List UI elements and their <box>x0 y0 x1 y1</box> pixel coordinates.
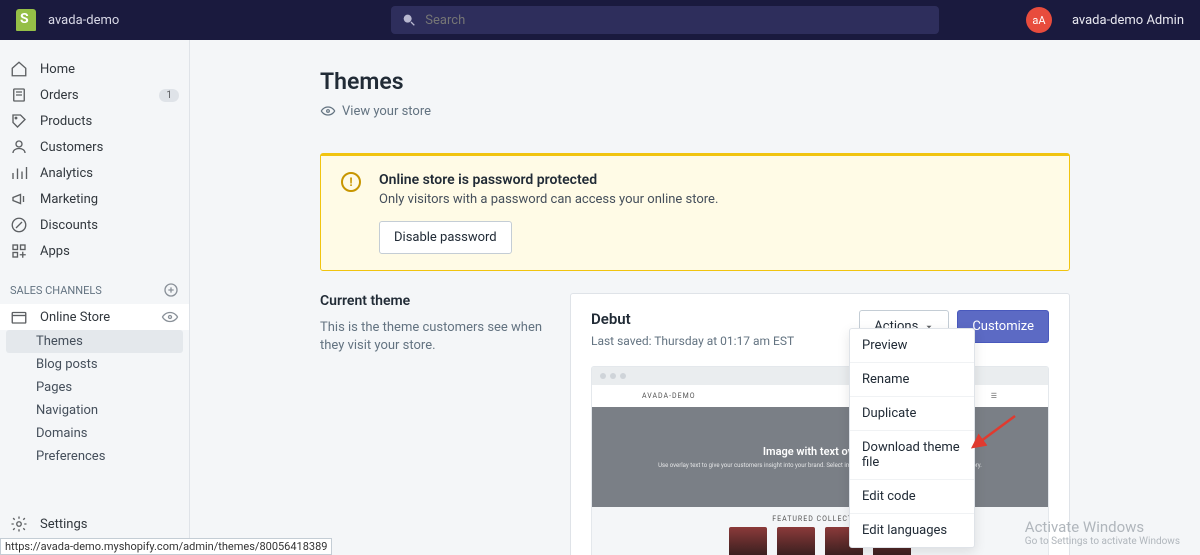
dropdown-preview[interactable]: Preview <box>850 329 974 363</box>
eye-icon <box>320 103 336 119</box>
nav-online-store[interactable]: Online Store <box>0 304 189 330</box>
avatar[interactable]: aA <box>1026 7 1052 33</box>
subnav-preferences[interactable]: Preferences <box>0 445 189 468</box>
actions-dropdown: Preview Rename Duplicate Download theme … <box>849 328 975 548</box>
nav-customers[interactable]: Customers <box>0 134 189 160</box>
nav-marketing[interactable]: Marketing <box>0 186 189 212</box>
search-input[interactable] <box>425 13 929 28</box>
preview-products <box>592 527 1048 555</box>
subnav-blog-posts[interactable]: Blog posts <box>0 353 189 376</box>
theme-preview: AVADA-DEMO☰ Image with text overlay Use … <box>591 366 1049 555</box>
topbar: avada-demo aA avada-demo Admin <box>0 0 1200 40</box>
nav-label: Customers <box>40 140 103 155</box>
gear-icon <box>10 515 28 533</box>
theme-name: Debut <box>591 310 794 328</box>
dropdown-rename[interactable]: Rename <box>850 363 974 397</box>
dropdown-duplicate[interactable]: Duplicate <box>850 397 974 431</box>
current-theme-desc: This is the theme customers see when the… <box>320 319 550 355</box>
tag-icon <box>10 112 28 130</box>
alert-title: Online store is password protected <box>379 172 718 188</box>
nav-label: Apps <box>40 244 70 259</box>
preview-hero: Image with text overlay Use overlay text… <box>592 407 1048 507</box>
page-title: Themes <box>320 68 1070 95</box>
preview-header: AVADA-DEMO☰ <box>592 385 1048 407</box>
view-store-link[interactable]: View your store <box>320 103 1070 119</box>
orders-icon <box>10 86 28 104</box>
nav-label: Marketing <box>40 192 98 207</box>
dropdown-edit-code[interactable]: Edit code <box>850 480 974 514</box>
discount-icon <box>10 216 28 234</box>
store-name: avada-demo <box>48 13 119 28</box>
browser-dots <box>592 367 1048 385</box>
alert-body-text: Only visitors with a password can access… <box>379 192 718 207</box>
add-channel-icon[interactable] <box>163 282 179 298</box>
windows-watermark: Activate Windows Go to Settings to activ… <box>1025 518 1180 547</box>
subnav-themes[interactable]: Themes <box>6 330 183 353</box>
main-content: Themes View your store ! Online store is… <box>190 40 1200 555</box>
search-box[interactable] <box>391 6 939 34</box>
nav-discounts[interactable]: Discounts <box>0 212 189 238</box>
nav-label: Settings <box>40 517 87 532</box>
nav-analytics[interactable]: Analytics <box>0 160 189 186</box>
subnav-pages[interactable]: Pages <box>0 376 189 399</box>
sales-channels-header: SALES CHANNELS <box>0 264 189 304</box>
nav-label: Home <box>40 62 75 77</box>
dropdown-edit-languages[interactable]: Edit languages <box>850 514 974 547</box>
analytics-icon <box>10 164 28 182</box>
preview-section-title: FEATURED COLLECTION <box>592 507 1048 527</box>
store-icon <box>10 308 28 326</box>
orders-badge: 1 <box>159 89 179 102</box>
admin-name[interactable]: avada-demo Admin <box>1072 13 1184 28</box>
nav-label: Orders <box>40 88 79 103</box>
current-theme-heading: Current theme <box>320 293 550 309</box>
sidebar: Home Orders 1 Products Customers Analyti… <box>0 40 190 555</box>
warning-icon: ! <box>341 172 361 192</box>
nav-settings[interactable]: Settings <box>0 511 189 537</box>
nav-label: Products <box>40 114 92 129</box>
eye-icon[interactable] <box>161 308 179 326</box>
password-alert: ! Online store is password protected Onl… <box>320 153 1070 271</box>
nav-orders[interactable]: Orders 1 <box>0 82 189 108</box>
last-saved: Last saved: Thursday at 01:17 am EST <box>591 334 794 348</box>
theme-card: Debut Last saved: Thursday at 01:17 am E… <box>570 293 1070 555</box>
disable-password-button[interactable]: Disable password <box>379 221 512 254</box>
nav-label: Discounts <box>40 218 98 233</box>
nav-home[interactable]: Home <box>0 56 189 82</box>
megaphone-icon <box>10 190 28 208</box>
search-icon <box>401 12 417 28</box>
subnav-domains[interactable]: Domains <box>0 422 189 445</box>
nav-label: Online Store <box>40 310 110 325</box>
apps-icon <box>10 242 28 260</box>
subnav-navigation[interactable]: Navigation <box>0 399 189 422</box>
shopify-logo-icon <box>16 9 36 31</box>
nav-apps[interactable]: Apps <box>0 238 189 264</box>
person-icon <box>10 138 28 156</box>
nav-label: Analytics <box>40 166 93 181</box>
nav-products[interactable]: Products <box>0 108 189 134</box>
dropdown-download[interactable]: Download theme file <box>850 431 974 480</box>
view-store-label: View your store <box>342 104 431 119</box>
home-icon <box>10 60 28 78</box>
